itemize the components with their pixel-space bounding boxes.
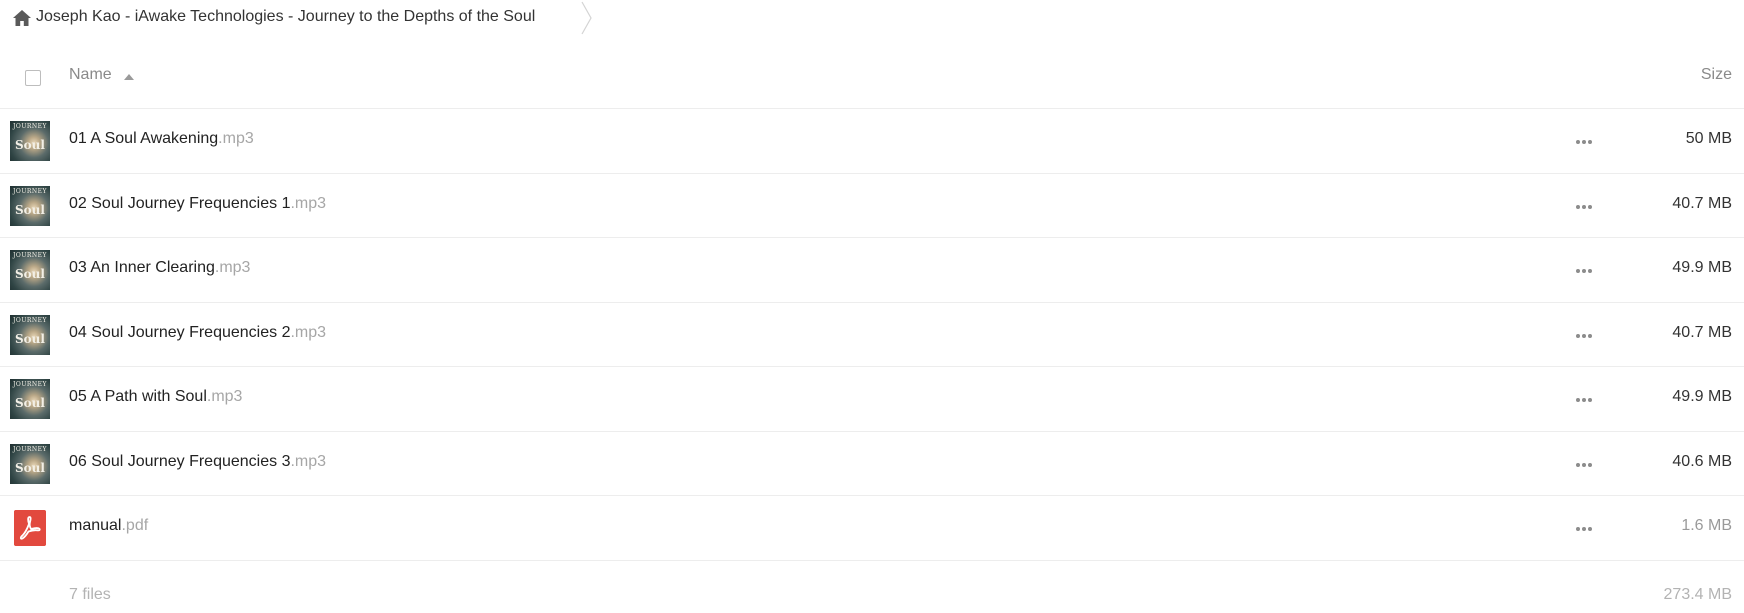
file-size: 50 MB: [1685, 130, 1732, 147]
file-row[interactable]: JOURNEY Soul 06 Soul Journey Frequencies…: [0, 432, 1744, 496]
file-count: 7 files: [69, 586, 111, 603]
file-size: 49.9 MB: [1672, 259, 1732, 276]
file-name[interactable]: 06 Soul Journey Frequencies 3.mp3: [69, 453, 326, 471]
file-size: 40.7 MB: [1672, 323, 1732, 341]
file-size: 40.6 MB: [1672, 452, 1732, 470]
file-name[interactable]: 01 A Soul Awakening.mp3: [69, 130, 254, 148]
album-art-thumbnail: JOURNEY Soul: [10, 443, 50, 484]
file-row[interactable]: JOURNEY Soul 04 Soul Journey Frequencies…: [0, 303, 1744, 367]
file-list: JOURNEY Soul 01 A Soul Awakening.mp3 50 …: [0, 109, 1744, 561]
more-actions-icon[interactable]: [1576, 266, 1596, 276]
file-name[interactable]: 04 Soul Journey Frequencies 2.mp3: [69, 324, 326, 342]
file-size: 1.6 MB: [1681, 517, 1732, 534]
more-actions-icon[interactable]: [1576, 460, 1596, 470]
more-actions-icon[interactable]: [1576, 524, 1596, 534]
total-size: 273.4 MB: [1663, 586, 1732, 603]
file-row[interactable]: manual.pdf 1.6 MB: [0, 496, 1744, 561]
breadcrumb: Joseph Kao - iAwake Technologies - Journ…: [0, 0, 1744, 38]
file-size: 40.7 MB: [1672, 194, 1732, 212]
breadcrumb-current-folder[interactable]: Joseph Kao - iAwake Technologies - Journ…: [36, 8, 535, 26]
breadcrumb-separator-icon: [581, 1, 592, 35]
select-all-checkbox[interactable]: [25, 70, 41, 86]
file-list-header: Name Size: [0, 44, 1744, 109]
file-name[interactable]: manual.pdf: [69, 517, 148, 535]
file-name[interactable]: 05 A Path with Soul.mp3: [69, 388, 242, 406]
pdf-icon: [14, 510, 46, 546]
album-art-thumbnail: JOURNEY Soul: [10, 250, 50, 290]
file-list-summary: 7 files 273.4 MB: [0, 583, 1744, 613]
more-actions-icon[interactable]: [1576, 137, 1596, 147]
file-row[interactable]: JOURNEY Soul 01 A Soul Awakening.mp3 50 …: [0, 109, 1744, 174]
home-icon[interactable]: [12, 9, 32, 27]
more-actions-icon[interactable]: [1576, 202, 1596, 212]
sort-by-size-header[interactable]: Size: [1701, 66, 1732, 84]
file-size: 49.9 MB: [1672, 388, 1732, 405]
sort-ascending-icon: [124, 74, 134, 80]
file-row[interactable]: JOURNEY Soul 03 An Inner Clearing.mp3 49…: [0, 238, 1744, 303]
file-name[interactable]: 03 An Inner Clearing.mp3: [69, 259, 250, 277]
album-art-thumbnail: JOURNEY Soul: [10, 379, 50, 419]
file-row[interactable]: JOURNEY Soul 02 Soul Journey Frequencies…: [0, 174, 1744, 238]
file-row[interactable]: JOURNEY Soul 05 A Path with Soul.mp3 49.…: [0, 367, 1744, 432]
more-actions-icon[interactable]: [1576, 395, 1596, 405]
more-actions-icon[interactable]: [1576, 331, 1596, 341]
album-art-thumbnail: JOURNEY Soul: [10, 121, 50, 161]
album-art-thumbnail: JOURNEY Soul: [10, 314, 50, 355]
file-name[interactable]: 02 Soul Journey Frequencies 1.mp3: [69, 195, 326, 213]
album-art-thumbnail: JOURNEY Soul: [10, 185, 50, 226]
sort-by-name-header[interactable]: Name: [69, 66, 112, 84]
